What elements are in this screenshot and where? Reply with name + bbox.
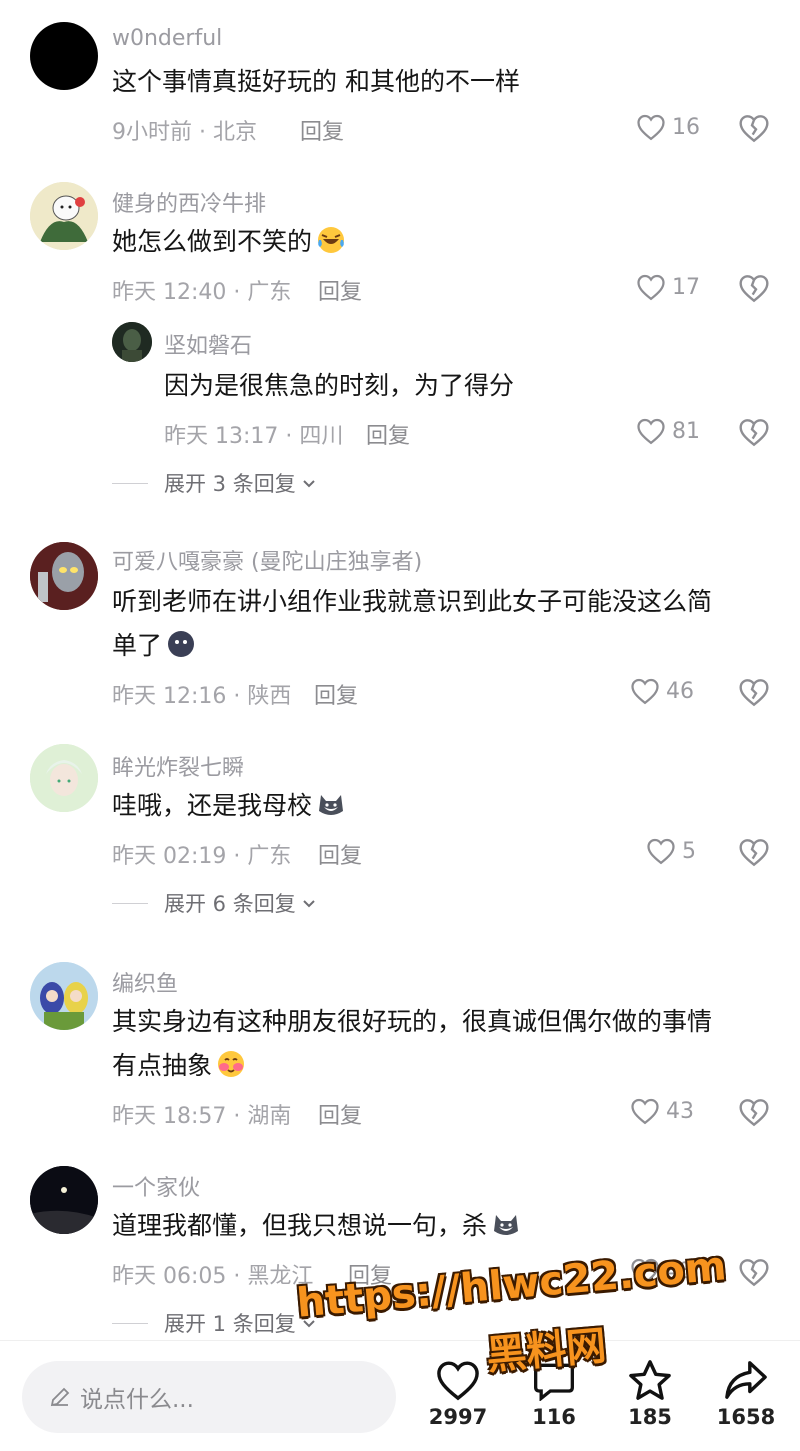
laughing-crying-emoji — [318, 227, 345, 253]
like-count: 5 — [682, 838, 696, 864]
like-button[interactable]: 5 — [646, 834, 696, 868]
expand-replies-label: 展开 1 条回复 — [164, 1312, 296, 1336]
chevron-down-icon — [303, 480, 315, 488]
reply-button[interactable]: 回复 — [300, 114, 344, 146]
comment-meta: 昨天 18:57 · 湖南 — [112, 1104, 292, 1129]
comment-text: 有点抽象 — [112, 1044, 246, 1088]
star-icon — [629, 1360, 671, 1400]
like-video-button[interactable]: 2997 — [418, 1359, 498, 1429]
like-button[interactable]: 16 — [636, 110, 700, 144]
reply-button[interactable]: 回复 — [318, 1098, 362, 1130]
divider — [112, 482, 148, 484]
avatar[interactable] — [30, 182, 98, 250]
like-count: 43 — [666, 1098, 694, 1124]
comment-username[interactable]: 一个家伙 — [112, 1170, 200, 1202]
heart-icon — [647, 838, 675, 865]
like-button[interactable]: 81 — [636, 414, 700, 448]
husky-emoji — [319, 795, 344, 815]
reply-username[interactable]: 坚如磐石 — [164, 328, 252, 360]
comment-text-content: 哇哦，还是我母校 — [112, 791, 313, 820]
broken-heart-icon[interactable] — [738, 416, 770, 448]
favorite-button[interactable]: 185 — [610, 1359, 690, 1429]
comment-meta: 昨天 12:40 · 广东 — [112, 280, 292, 305]
comment-text-content: 有点抽象 — [112, 1051, 213, 1080]
broken-heart-icon[interactable] — [738, 112, 770, 144]
comment-username[interactable]: 眸光炸裂七瞬 — [112, 750, 244, 782]
avatar[interactable] — [112, 322, 152, 362]
expand-replies-label: 展开 6 条回复 — [164, 892, 296, 916]
heart-icon — [631, 1098, 659, 1125]
husky-emoji — [494, 1215, 519, 1235]
like-button[interactable]: 43 — [630, 1094, 694, 1128]
comment-text: 她怎么做到不笑的 — [112, 220, 346, 264]
pencil-icon — [50, 1387, 70, 1407]
comment-text: 哇哦，还是我母校 — [112, 784, 346, 828]
comment-meta: 昨天 06:05 · 黑龙江 — [112, 1264, 314, 1289]
comment-text: 其实身边有这种朋友很好玩的，很真诚但偶尔做的事情 — [112, 1007, 713, 1036]
divider — [112, 902, 148, 904]
expand-replies-label: 展开 3 条回复 — [164, 472, 296, 496]
reply-button[interactable]: 回复 — [314, 678, 358, 710]
reply-button[interactable]: 回复 — [318, 838, 362, 870]
avatar[interactable] — [30, 962, 98, 1030]
comment-username[interactable]: 健身的西冷牛排 — [112, 186, 266, 218]
comment-meta: 9小时前 · 北京 — [112, 120, 257, 145]
broken-heart-icon[interactable] — [738, 272, 770, 304]
comment-input-placeholder: 说点什么... — [80, 1387, 194, 1413]
blushing-emoji — [218, 1051, 245, 1077]
expand-replies-button[interactable]: 展开 3 条回复 — [112, 468, 318, 498]
reply-text: 因为是很焦急的时刻，为了得分 — [164, 371, 515, 400]
comment-text: 单了 — [112, 624, 196, 668]
comment-text: 道理我都懂，但我只想说一句，杀 — [112, 1204, 521, 1248]
chevron-down-icon — [303, 900, 315, 908]
avatar[interactable] — [30, 22, 98, 90]
comment-username[interactable]: w0nderful — [112, 26, 222, 51]
heart-icon — [631, 678, 659, 705]
avatar[interactable] — [30, 542, 98, 610]
like-count: 81 — [672, 418, 700, 444]
like-total: 2997 — [428, 1405, 488, 1429]
comment-input[interactable]: 说点什么... — [22, 1361, 396, 1433]
favorite-total: 185 — [628, 1405, 672, 1429]
expand-replies-button[interactable]: 展开 6 条回复 — [112, 888, 318, 918]
watermark-url: https://hlwc22.com — [294, 1243, 729, 1327]
comment-text: 这个事情真挺好玩的 和其他的不一样 — [112, 67, 520, 96]
comment-text-content: 她怎么做到不笑的 — [112, 227, 313, 256]
reply-button[interactable]: 回复 — [366, 418, 410, 450]
comment-text: 听到老师在讲小组作业我就意识到此女子可能没这么简 — [112, 587, 713, 616]
broken-heart-icon[interactable] — [738, 676, 770, 708]
broken-heart-icon[interactable] — [738, 836, 770, 868]
like-button[interactable]: 17 — [636, 270, 700, 304]
like-count: 46 — [666, 678, 694, 704]
share-arrow-icon — [725, 1361, 767, 1399]
avatar[interactable] — [30, 744, 98, 812]
expand-replies-button[interactable]: 展开 1 条回复 — [112, 1308, 318, 1338]
heart-icon — [637, 274, 665, 301]
avatar[interactable] — [30, 1166, 98, 1234]
broken-heart-icon[interactable] — [738, 1256, 770, 1288]
heart-icon — [637, 418, 665, 445]
comment-meta: 昨天 12:16 · 陕西 — [112, 684, 292, 709]
like-button[interactable]: 46 — [630, 674, 694, 708]
like-count: 16 — [672, 114, 700, 140]
bottom-action-bar: 说点什么... 2997 116 185 1658 — [0, 1340, 800, 1451]
like-count: 17 — [672, 274, 700, 300]
share-button[interactable]: 1658 — [706, 1359, 786, 1429]
divider — [112, 1322, 148, 1324]
comment-username[interactable]: 可爱八嘎豪豪 (曼陀山庄独享者) — [112, 544, 422, 576]
heart-icon — [437, 1361, 479, 1401]
reply-meta: 昨天 13:17 · 四川 — [164, 424, 344, 449]
comment-meta: 昨天 02:19 · 广东 — [112, 844, 292, 869]
share-total: 1658 — [716, 1405, 776, 1429]
reply-button[interactable]: 回复 — [318, 274, 362, 306]
heart-icon — [637, 114, 665, 141]
comment-username[interactable]: 编织鱼 — [112, 966, 178, 998]
dark-blob-emoji — [168, 631, 195, 657]
watermark-site-name: 黑料网 — [484, 1322, 609, 1380]
comment-text-content: 单了 — [112, 631, 163, 660]
broken-heart-icon[interactable] — [738, 1096, 770, 1128]
comment-text-content: 道理我都懂，但我只想说一句，杀 — [112, 1211, 488, 1240]
comment-total: 116 — [532, 1405, 576, 1429]
